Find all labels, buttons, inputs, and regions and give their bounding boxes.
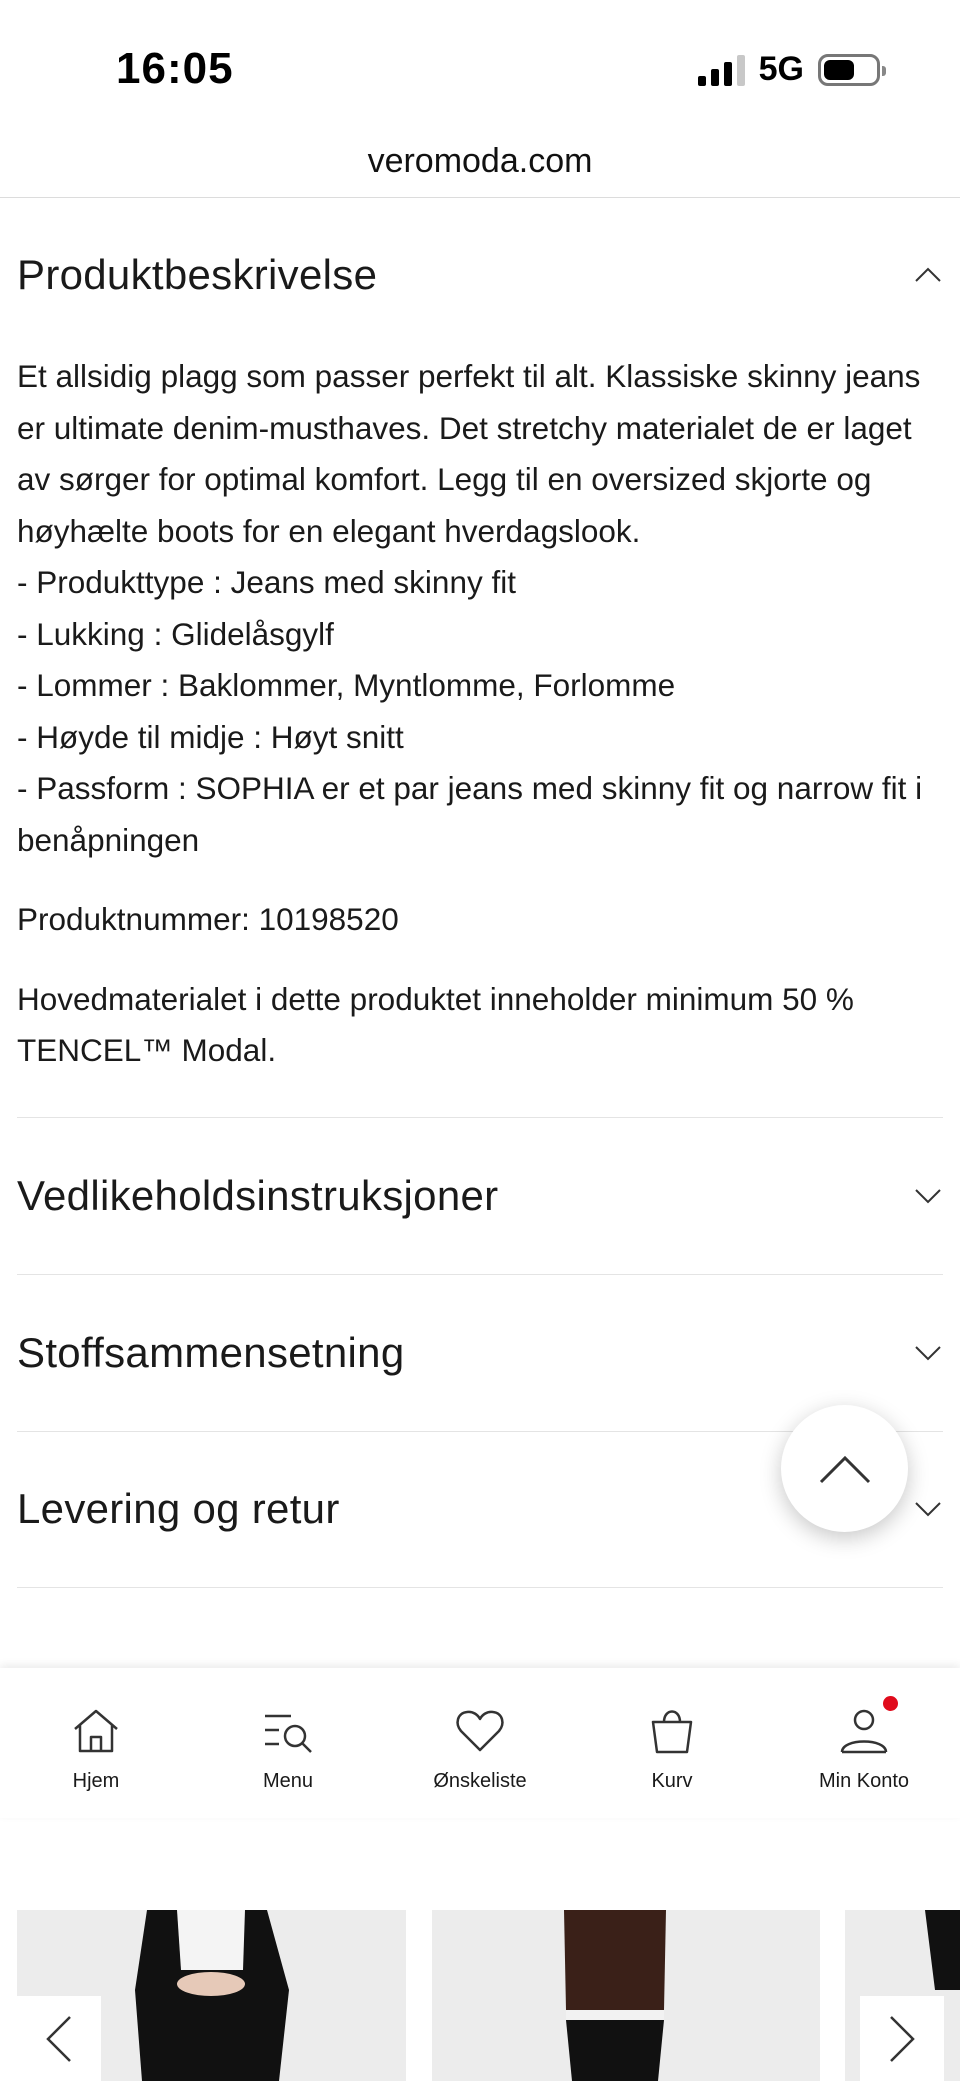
home-icon — [74, 1709, 118, 1753]
user-icon — [840, 1709, 888, 1754]
product-card[interactable] — [432, 1910, 820, 2081]
chevron-down-icon — [915, 1502, 941, 1517]
nav-home[interactable]: Hjem — [0, 1668, 192, 1818]
bottom-nav: Hjem Menu Ønskeliste Kurv Min Konto — [0, 1668, 960, 1818]
battery-icon — [818, 53, 886, 86]
accordion-care[interactable]: Vedlikeholdsinstruksjoner — [17, 1116, 943, 1274]
accordion-title: Stoffsammensetning — [17, 1328, 405, 1376]
network-label: 5G — [758, 50, 804, 88]
description-body: Et allsidig plagg som passer perfekt til… — [17, 351, 943, 1077]
bullet-item: - Lommer : Baklommer, Myntlomme, Forlomm… — [17, 667, 676, 703]
nav-label: Menu — [262, 1770, 314, 1792]
accordion-fabric[interactable]: Stoffsammensetning — [17, 1273, 943, 1431]
description-title: Produktbeskrivelse — [17, 251, 378, 298]
url-text: veromoda.com — [367, 142, 593, 180]
chevron-up-icon — [915, 267, 941, 282]
bullet-item: - Lukking : Glidelåsgylf — [17, 615, 334, 652]
signal-icon — [697, 54, 745, 86]
chevron-left-icon — [46, 2015, 71, 2062]
url-bar[interactable]: veromoda.com — [0, 130, 960, 198]
product-number: Produktnummer: 10198520 — [17, 901, 399, 937]
product-image — [432, 1910, 820, 2081]
bag-icon — [651, 1710, 693, 1754]
status-time: 16:05 — [116, 44, 234, 93]
carousel-next-button[interactable] — [860, 1996, 944, 2081]
bullet-item: - Passform : SOPHIA er et par jeans med … — [17, 770, 923, 858]
accordion-title: Levering og retur — [17, 1485, 340, 1532]
nav-menu[interactable]: Menu — [192, 1668, 384, 1818]
scroll-top-button[interactable] — [781, 1405, 908, 1532]
nav-wishlist[interactable]: Ønskeliste — [384, 1668, 576, 1818]
status-bar: 16:05 5G — [0, 0, 960, 130]
nav-label: Min Konto — [818, 1770, 910, 1792]
description-paragraph: Et allsidig plagg som passer perfekt til… — [17, 358, 921, 549]
heart-icon — [456, 1710, 504, 1752]
menu-search-icon — [265, 1714, 312, 1753]
chevron-down-icon — [915, 1188, 941, 1203]
product-carousel — [0, 1910, 960, 2081]
chevron-up-icon — [819, 1455, 870, 1483]
nav-label: Hjem — [72, 1770, 120, 1792]
notification-dot — [883, 1696, 898, 1711]
bullet-item: - Produkttype : Jeans med skinny fit — [17, 564, 516, 600]
product-details: Produktbeskrivelse Et allsidig plagg som… — [0, 199, 960, 1588]
nav-label: Kurv — [651, 1770, 693, 1792]
nav-label: Ønskeliste — [433, 1770, 527, 1792]
accordion-title: Vedlikeholdsinstruksjoner — [17, 1171, 499, 1219]
nav-cart[interactable]: Kurv — [576, 1668, 768, 1818]
chevron-right-icon — [890, 2015, 915, 2062]
bullet-item: - Høyde til midje : Høyt snitt — [17, 718, 404, 755]
status-indicators: 5G — [697, 50, 886, 89]
chevron-down-icon — [915, 1345, 941, 1360]
nav-account[interactable]: Min Konto — [768, 1668, 960, 1818]
description-header[interactable]: Produktbeskrivelse — [17, 199, 943, 351]
material-info: Hovedmaterialet i dette produktet inneho… — [17, 980, 854, 1069]
carousel-prev-button[interactable] — [17, 1996, 101, 2081]
